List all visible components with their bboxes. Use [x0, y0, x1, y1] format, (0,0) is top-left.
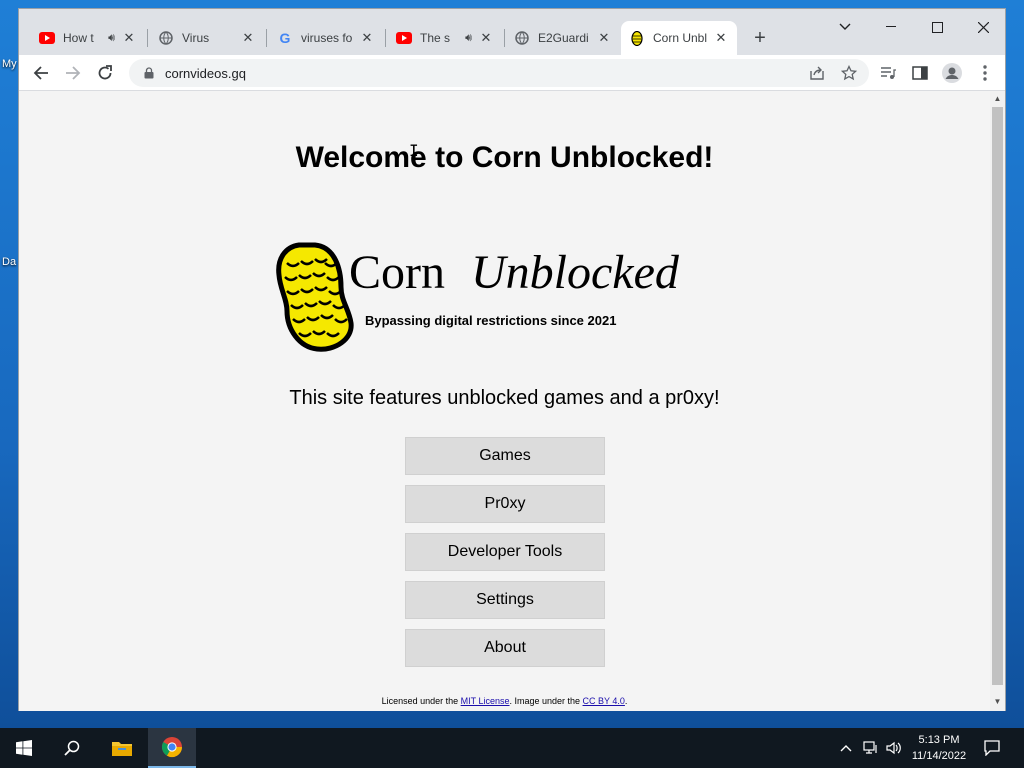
forward-icon[interactable]	[59, 59, 87, 87]
developer-tools-button[interactable]: Developer Tools	[405, 533, 605, 571]
globe-icon	[158, 30, 174, 46]
clock-time: 5:13 PM	[918, 734, 960, 746]
taskbar: 5:13 PM 11/14/2022	[0, 728, 1024, 768]
tab-virus[interactable]: Virus ✕	[150, 21, 264, 55]
tab-divider	[504, 29, 505, 47]
corn-logo-icon	[276, 242, 354, 352]
url-text: cornvideos.gq	[165, 65, 246, 81]
about-button[interactable]: About	[405, 629, 605, 667]
search-icon[interactable]	[48, 728, 96, 768]
logo-word-corn: Corn	[349, 246, 445, 299]
tab-the-s[interactable]: The s 🔊︎ ✕	[388, 21, 502, 55]
tab-title: Virus	[182, 31, 210, 45]
logo-word-unblocked: Unblocked	[471, 246, 679, 299]
tab-viruses[interactable]: G viruses fo ✕	[269, 21, 383, 55]
tab-corn-unblocked[interactable]: Corn Unbl ✕	[621, 21, 737, 55]
license-footer: Licensed under the MIT License. Image un…	[19, 696, 990, 706]
menu-kebab-icon[interactable]	[971, 59, 999, 87]
tab-divider	[385, 29, 386, 47]
tab-divider	[266, 29, 267, 47]
tab-title: E2Guardi	[538, 31, 589, 45]
vertical-scrollbar[interactable]: ▲ ▼	[990, 91, 1005, 711]
reload-icon[interactable]	[91, 59, 119, 87]
share-icon[interactable]	[803, 59, 831, 87]
clock-date: 11/14/2022	[911, 750, 967, 762]
volume-icon[interactable]	[884, 728, 904, 768]
minimize-button[interactable]	[868, 13, 914, 41]
file-explorer-icon[interactable]	[98, 728, 146, 768]
footer-text: . Image under the	[509, 696, 583, 706]
close-tab-icon[interactable]: ✕	[713, 30, 729, 46]
network-icon[interactable]	[860, 728, 882, 768]
scroll-down-icon[interactable]: ▼	[993, 697, 1002, 706]
cc-by-link[interactable]: CC BY 4.0	[583, 696, 625, 706]
tab-strip: How t 🔊︎ ✕ Virus ✕ G viruses fo ✕ The s …	[19, 9, 1005, 55]
address-bar[interactable]: cornvideos.gq	[129, 59, 869, 87]
google-icon: G	[279, 30, 291, 46]
notification-icon[interactable]	[980, 728, 1004, 768]
tab-title: How t	[63, 31, 94, 45]
settings-button[interactable]: Settings	[405, 581, 605, 619]
logo-wordmark: Corn Unblocked	[349, 245, 679, 300]
intro-text: This site features unblocked games and a…	[289, 387, 720, 409]
footer-text: Licensed under the	[381, 696, 461, 706]
tab-title: The s	[420, 31, 451, 45]
browser-window: How t 🔊︎ ✕ Virus ✕ G viruses fo ✕ The s …	[18, 8, 1006, 711]
clock[interactable]: 5:13 PM 11/14/2022	[904, 732, 974, 764]
back-icon[interactable]	[27, 59, 55, 87]
new-tab-button[interactable]: +	[749, 27, 771, 49]
close-window-button[interactable]	[960, 13, 1006, 41]
youtube-icon	[39, 30, 55, 46]
media-controls-icon[interactable]	[874, 59, 902, 87]
close-tab-icon[interactable]: ✕	[359, 30, 375, 46]
youtube-icon	[396, 30, 412, 46]
close-tab-icon[interactable]: ✕	[596, 30, 612, 46]
logo: Corn Unblocked Bypassing digital restrict…	[275, 239, 715, 354]
close-tab-icon[interactable]: ✕	[240, 30, 256, 46]
corn-icon	[629, 30, 645, 46]
desktop-icon-label[interactable]: My	[2, 58, 17, 70]
maximize-button[interactable]	[914, 13, 960, 41]
tab-title: viruses fo	[301, 31, 353, 45]
tab-title: Corn Unbl	[653, 31, 708, 45]
games-button[interactable]: Games	[405, 437, 605, 475]
start-windows-icon[interactable]	[0, 728, 48, 768]
globe-icon	[514, 30, 530, 46]
text-cursor-icon: I	[409, 141, 419, 160]
mit-license-link[interactable]: MIT License	[461, 696, 510, 706]
tab-search-button[interactable]	[822, 13, 868, 41]
browser-toolbar: cornvideos.gq	[19, 55, 1005, 91]
close-tab-icon[interactable]: ✕	[478, 30, 494, 46]
logo-tagline: Bypassing digital restrictions since 202…	[365, 313, 617, 328]
bookmark-star-icon[interactable]	[835, 59, 863, 87]
speaker-icon[interactable]: 🔊︎	[465, 32, 472, 45]
tab-how-t[interactable]: How t 🔊︎ ✕	[31, 21, 145, 55]
speaker-icon[interactable]: 🔊︎	[108, 32, 115, 45]
lock-icon[interactable]	[141, 65, 157, 81]
proxy-button[interactable]: Pr0xy	[405, 485, 605, 523]
chevron-up-icon[interactable]	[836, 728, 856, 768]
footer-text: .	[624, 696, 628, 706]
side-panel-icon[interactable]	[906, 59, 934, 87]
page-viewport: Welcome to Corn Unblocked! I Corn Unblock…	[19, 91, 1005, 711]
scrollbar-thumb[interactable]	[992, 107, 1003, 685]
page-title: Welcome to Corn Unblocked!	[295, 141, 714, 174]
tab-e2guardian[interactable]: E2Guardi ✕	[506, 21, 620, 55]
chrome-icon[interactable]	[148, 728, 196, 768]
desktop-icon-label[interactable]: Da	[2, 256, 16, 268]
close-tab-icon[interactable]: ✕	[121, 30, 137, 46]
tab-divider	[147, 29, 148, 47]
scroll-up-icon[interactable]: ▲	[993, 94, 1002, 103]
profile-avatar-icon[interactable]	[938, 59, 966, 87]
